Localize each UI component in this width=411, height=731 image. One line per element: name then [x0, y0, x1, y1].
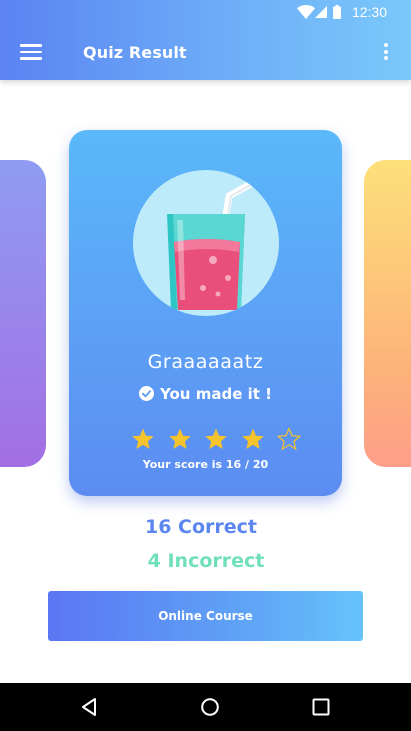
back-icon[interactable] — [80, 697, 100, 717]
star-empty-icon — [277, 427, 302, 451]
quiz-result-screen: 12:30 Quiz Result Graaaaaatz You made it… — [0, 0, 411, 731]
home-icon[interactable] — [200, 697, 220, 717]
result-message: You made it ! — [69, 385, 342, 403]
result-heading: Graaaaaatz — [147, 351, 264, 373]
online-course-button[interactable]: Online Course — [48, 591, 363, 641]
app-bar: 12:30 Quiz Result — [0, 0, 411, 80]
status-bar: 12:30 — [251, 0, 411, 24]
correct-count: 16 Correct — [144, 516, 258, 538]
star-filled-icon — [241, 428, 264, 449]
incorrect-count: 4 Incorrect — [147, 550, 265, 572]
star-filled-icon — [132, 428, 154, 449]
page-title: Quiz Result — [83, 43, 187, 62]
result-message-text: You made it ! — [160, 385, 272, 403]
status-time: 12:30 — [351, 4, 387, 20]
more-vert-icon[interactable] — [383, 43, 389, 61]
star-filled-icon — [205, 428, 227, 449]
signal-icon — [315, 6, 327, 18]
result-card: Graaaaaatz You made it ! Your score is 1… — [69, 130, 342, 496]
star-rating — [131, 427, 309, 453]
check-circle-icon — [139, 386, 155, 401]
recents-icon[interactable] — [311, 697, 331, 717]
system-nav-bar — [0, 683, 411, 731]
score-text: Your score is 16 / 20 — [142, 458, 269, 471]
wifi-icon — [297, 5, 315, 19]
battery-icon — [333, 5, 341, 19]
menu-icon[interactable] — [20, 44, 42, 60]
previous-card[interactable] — [0, 160, 46, 467]
juice-glass-icon — [133, 170, 279, 316]
star-filled-icon — [168, 428, 191, 449]
next-card[interactable] — [364, 160, 411, 467]
